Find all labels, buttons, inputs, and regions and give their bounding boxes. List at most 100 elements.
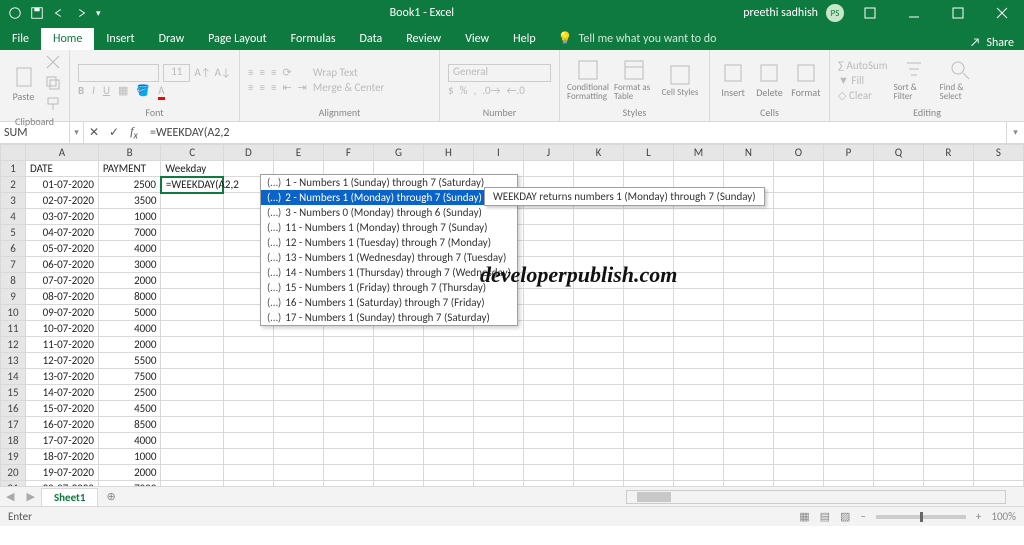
redo-icon[interactable]: [74, 6, 88, 20]
tab-formulas[interactable]: Formulas: [279, 28, 348, 50]
cell[interactable]: [673, 209, 723, 225]
cell[interactable]: 17-07-2020: [26, 433, 99, 449]
comma-format-icon[interactable]: ,: [473, 84, 476, 97]
cell[interactable]: [823, 209, 873, 225]
cell[interactable]: [223, 353, 273, 369]
cell[interactable]: 02-07-2020: [26, 193, 99, 209]
cell[interactable]: [473, 401, 523, 417]
formula-input[interactable]: =WEEKDAY(A2,2: [144, 122, 1006, 143]
cell[interactable]: 08-07-2020: [26, 289, 99, 305]
col-header[interactable]: E: [273, 145, 323, 161]
tab-help[interactable]: Help: [501, 28, 548, 50]
cell[interactable]: [373, 353, 423, 369]
cell[interactable]: 05-07-2020: [26, 241, 99, 257]
align-left-icon[interactable]: ≡: [248, 81, 253, 94]
cell[interactable]: 2500: [98, 385, 161, 401]
increase-decimal-icon[interactable]: .0→: [482, 84, 500, 97]
cell[interactable]: [973, 241, 1023, 257]
cell[interactable]: [723, 337, 773, 353]
cell[interactable]: [523, 337, 573, 353]
cell[interactable]: [623, 225, 673, 241]
cell[interactable]: [573, 449, 623, 465]
cell[interactable]: [373, 401, 423, 417]
cell[interactable]: [723, 257, 773, 273]
cell[interactable]: [323, 385, 373, 401]
cell[interactable]: [873, 289, 923, 305]
cell[interactable]: [873, 257, 923, 273]
cell[interactable]: [973, 337, 1023, 353]
cell[interactable]: [273, 465, 323, 481]
fill-button[interactable]: Fill: [851, 74, 864, 87]
cell[interactable]: [923, 193, 973, 209]
cell[interactable]: [161, 305, 224, 321]
cell[interactable]: [873, 353, 923, 369]
cell[interactable]: [873, 321, 923, 337]
cell[interactable]: [923, 337, 973, 353]
cell[interactable]: 8500: [98, 417, 161, 433]
cell[interactable]: [773, 177, 823, 193]
cell[interactable]: [223, 481, 273, 487]
cell[interactable]: [823, 305, 873, 321]
zoom-level[interactable]: 100%: [991, 510, 1016, 523]
cell[interactable]: [523, 481, 573, 487]
cell[interactable]: [423, 401, 473, 417]
cell[interactable]: [723, 433, 773, 449]
cell[interactable]: 01-07-2020: [26, 177, 99, 193]
cell[interactable]: [223, 385, 273, 401]
cell[interactable]: [161, 465, 224, 481]
cell[interactable]: [673, 481, 723, 487]
cell[interactable]: [873, 449, 923, 465]
delete-cells-button[interactable]: Delete: [754, 62, 784, 99]
cell[interactable]: [423, 369, 473, 385]
autocomplete-option[interactable]: (…)14 - Numbers 1 (Thursday) through 7 (…: [261, 265, 517, 280]
cell[interactable]: 07-07-2020: [26, 273, 99, 289]
cell[interactable]: 7500: [98, 369, 161, 385]
autocomplete-option[interactable]: (…)1 - Numbers 1 (Sunday) through 7 (Sat…: [261, 175, 517, 190]
border-icon[interactable]: ▦: [118, 84, 128, 97]
cell[interactable]: [823, 417, 873, 433]
cell[interactable]: [923, 177, 973, 193]
cell[interactable]: 2500: [98, 177, 161, 193]
cell[interactable]: [323, 353, 373, 369]
cell[interactable]: [623, 209, 673, 225]
cell[interactable]: [473, 385, 523, 401]
cell[interactable]: [423, 465, 473, 481]
cell[interactable]: [773, 257, 823, 273]
bold-button[interactable]: B: [78, 84, 84, 97]
zoom-in-icon[interactable]: +: [976, 510, 981, 523]
row-header[interactable]: 21: [1, 481, 26, 487]
cell[interactable]: [923, 401, 973, 417]
cell[interactable]: [873, 433, 923, 449]
row-header[interactable]: 16: [1, 401, 26, 417]
cell[interactable]: [873, 305, 923, 321]
cell[interactable]: [373, 449, 423, 465]
cell[interactable]: [473, 337, 523, 353]
cell[interactable]: [623, 417, 673, 433]
cell[interactable]: [473, 433, 523, 449]
cell[interactable]: [523, 353, 573, 369]
cell[interactable]: [161, 369, 224, 385]
autocomplete-option[interactable]: (…)11 - Numbers 1 (Monday) through 7 (Su…: [261, 220, 517, 235]
clear-button[interactable]: Clear: [849, 89, 872, 102]
cell[interactable]: [823, 449, 873, 465]
cell[interactable]: [673, 161, 723, 177]
cell[interactable]: [673, 449, 723, 465]
tab-file[interactable]: File: [0, 28, 41, 50]
cell[interactable]: 2000: [98, 337, 161, 353]
tab-home[interactable]: Home: [41, 28, 94, 50]
autocomplete-option[interactable]: (…)15 - Numbers 1 (Friday) through 7 (Th…: [261, 280, 517, 295]
cell[interactable]: [373, 385, 423, 401]
cell[interactable]: [161, 401, 224, 417]
cell[interactable]: 4000: [98, 241, 161, 257]
cell[interactable]: [823, 321, 873, 337]
autosave-icon[interactable]: [8, 6, 22, 20]
cell[interactable]: [323, 369, 373, 385]
italic-button[interactable]: I: [92, 84, 95, 97]
zoom-slider[interactable]: [876, 515, 966, 519]
autocomplete-option[interactable]: (…)2 - Numbers 1 (Monday) through 7 (Sun…: [261, 190, 517, 205]
cell[interactable]: [773, 305, 823, 321]
name-box-dropdown-icon[interactable]: ▾: [70, 122, 84, 143]
cell[interactable]: [673, 337, 723, 353]
cell[interactable]: 04-07-2020: [26, 225, 99, 241]
col-header[interactable]: B: [98, 145, 161, 161]
